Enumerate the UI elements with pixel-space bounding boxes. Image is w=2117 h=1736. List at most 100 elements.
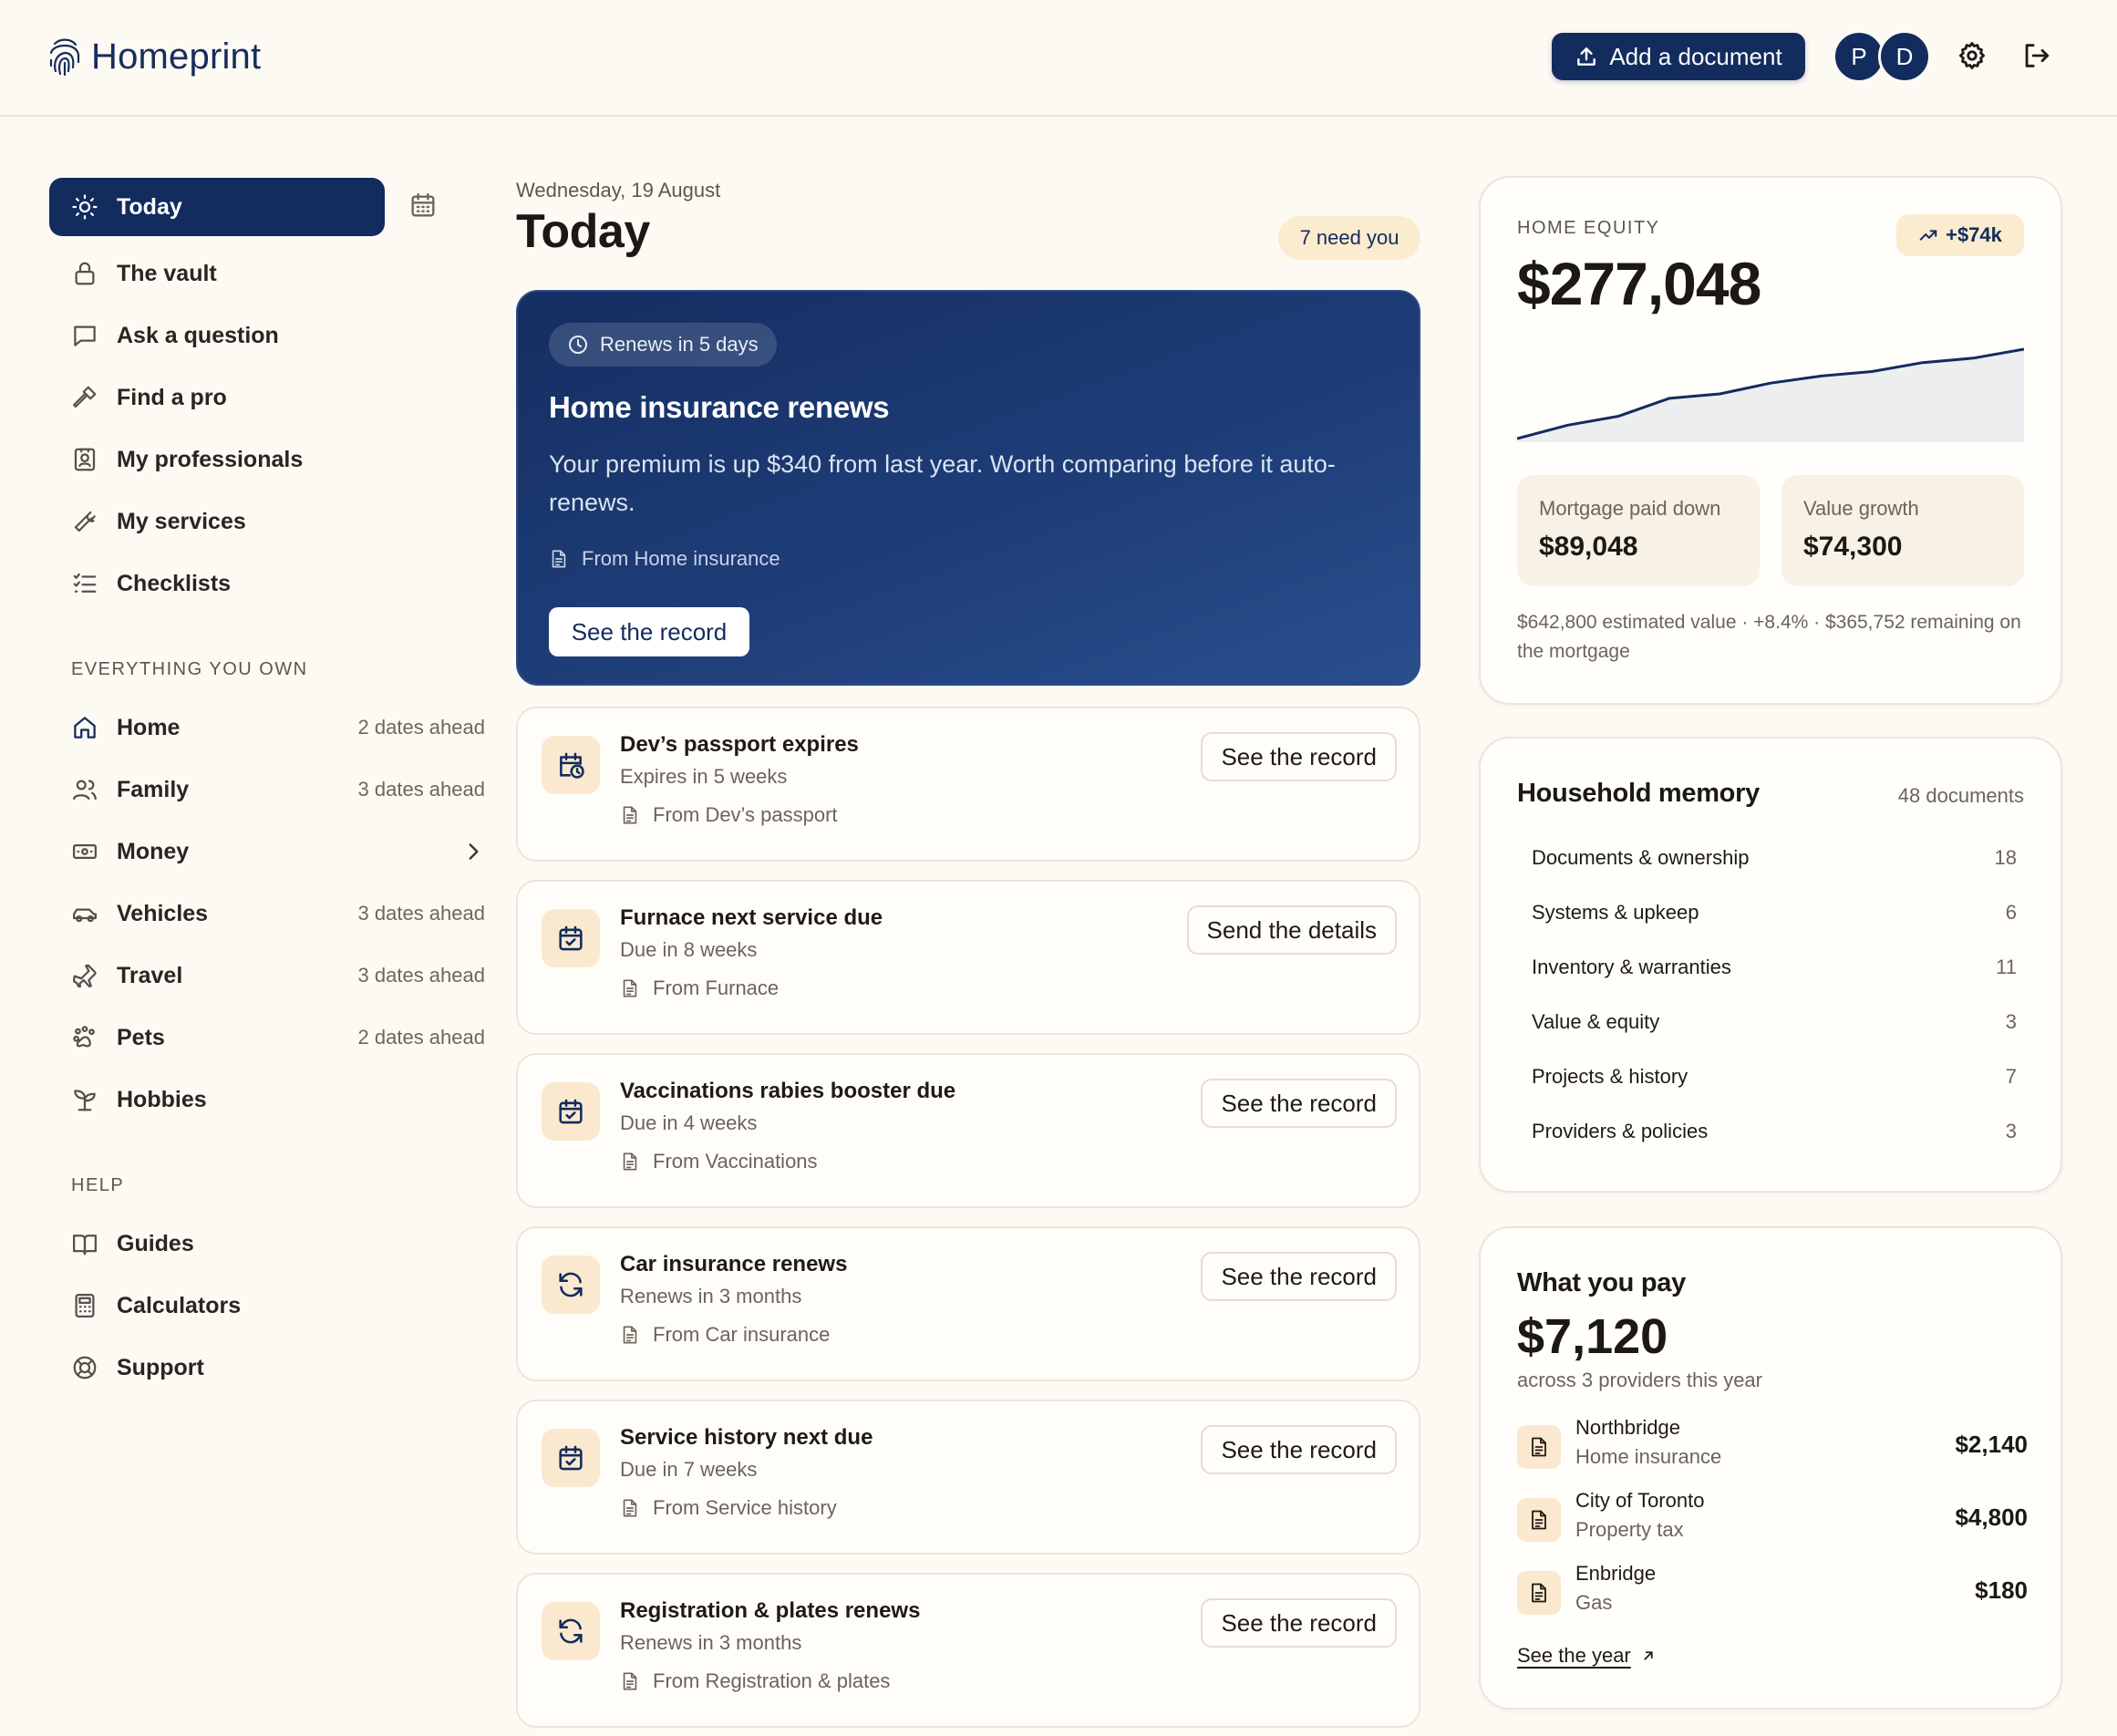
memory-count: 3 <box>2005 1120 2017 1142</box>
send-details-button[interactable]: Send the details <box>1186 905 1397 955</box>
calendar-check-icon <box>542 1082 600 1141</box>
home-icon <box>71 714 98 741</box>
task-source[interactable]: From Service history <box>620 1496 837 1520</box>
see-the-year-label: See the year <box>1517 1644 1631 1667</box>
sidebar-item-today[interactable]: Today <box>49 178 385 236</box>
sidebar-item-label: Today <box>117 193 182 220</box>
sidebar-item-home[interactable]: Home 2 dates ahead <box>49 698 485 757</box>
need-you-badge[interactable]: 7 need you <box>1278 216 1420 260</box>
document-icon <box>620 1671 640 1691</box>
task-source[interactable]: From Furnace <box>620 976 779 1000</box>
provider-row[interactable]: Enbridge Gas $180 <box>1517 1562 2028 1626</box>
sidebar-item-my-professionals[interactable]: My professionals <box>49 430 385 489</box>
sidebar-item-hobbies[interactable]: Hobbies <box>49 1070 385 1129</box>
provider-amount: $2,140 <box>1955 1431 2028 1458</box>
sun-icon <box>71 193 98 221</box>
gear-icon[interactable] <box>1957 40 1988 71</box>
equity-change-value: +$74k <box>1946 223 2002 246</box>
equity-area <box>1517 349 2024 442</box>
fingerprint-logo-icon <box>47 35 82 78</box>
memory-count: 11 <box>1996 956 2017 978</box>
see-record-button[interactable]: See the record <box>1201 1598 1397 1648</box>
current-date: Wednesday, 19 August <box>516 179 721 202</box>
featured-source[interactable]: From Home insurance <box>549 547 780 571</box>
see-record-button[interactable]: See the record <box>1201 1425 1397 1474</box>
sidebar-item-the-vault[interactable]: The vault <box>49 244 385 303</box>
see-record-button[interactable]: See the record <box>1201 732 1397 781</box>
household-memory-title: Household memory <box>1517 779 1760 808</box>
sidebar-item-checklists[interactable]: Checklists <box>49 554 385 613</box>
logout-icon[interactable] <box>2020 40 2051 71</box>
task-title: Registration & plates renews <box>620 1598 921 1623</box>
provider-row[interactable]: Northbridge Home insurance $2,140 <box>1517 1416 2028 1480</box>
sidebar-item-money[interactable]: Money <box>49 822 479 881</box>
document-icon <box>1517 1498 1561 1542</box>
task-due: Expires in 5 weeks <box>620 765 788 788</box>
sidebar-item-label: Hobbies <box>117 1086 207 1112</box>
calendar-check-icon <box>542 909 600 967</box>
memory-row[interactable]: Documents & ownership 18 <box>1532 846 2017 870</box>
sidebar-item-support[interactable]: Support <box>49 1338 385 1397</box>
sidebar-item-label: Guides <box>117 1230 194 1256</box>
sidebar-item-label: Ask a question <box>117 322 279 348</box>
wrench-icon <box>71 508 98 535</box>
calendar-icon[interactable] <box>408 191 438 220</box>
sidebar-item-pets[interactable]: Pets 2 dates ahead <box>49 1008 485 1067</box>
task-source[interactable]: From Dev’s passport <box>620 803 838 827</box>
sidebar-item-guides[interactable]: Guides <box>49 1214 385 1273</box>
task-source-label: From Dev’s passport <box>653 803 838 826</box>
section-label-everything-you-own: EVERYTHING YOU OWN <box>71 659 308 679</box>
task-source-label: From Car insurance <box>653 1323 831 1346</box>
memory-category: Documents & ownership <box>1532 846 1750 869</box>
dates-ahead-count: 3 dates ahead <box>357 778 485 801</box>
sidebar-item-travel[interactable]: Travel 3 dates ahead <box>49 946 485 1005</box>
task-source-label: From Furnace <box>653 976 780 999</box>
sidebar-item-vehicles[interactable]: Vehicles 3 dates ahead <box>49 884 485 943</box>
sidebar-item-family[interactable]: Family 3 dates ahead <box>49 760 485 819</box>
task-source[interactable]: From Vaccinations <box>620 1150 818 1173</box>
book-icon <box>71 1230 98 1257</box>
task-title: Car insurance renews <box>620 1252 848 1276</box>
task-card: Vaccinations rabies booster due Due in 4… <box>516 1053 1420 1208</box>
document-icon <box>620 805 640 825</box>
memory-row[interactable]: Projects & history 7 <box>1532 1065 2017 1089</box>
memory-row[interactable]: Providers & policies 3 <box>1532 1120 2017 1143</box>
task-due: Renews in 3 months <box>620 1631 802 1654</box>
refresh-icon <box>542 1602 600 1660</box>
sidebar-item-ask-a-question[interactable]: Ask a question <box>49 306 385 365</box>
featured-body: Your premium is up $340 from last year. … <box>549 450 1336 516</box>
document-icon <box>1517 1425 1561 1469</box>
sidebar-item-label: Support <box>117 1354 204 1380</box>
avatar[interactable]: D <box>1878 30 1931 83</box>
calculator-icon <box>71 1292 98 1319</box>
equity-note: $642,800 estimated value · +8.4% · $365,… <box>1517 612 2021 662</box>
memory-row[interactable]: Systems & upkeep 6 <box>1532 901 2017 925</box>
renewal-chip-label: Renews in 5 days <box>600 333 759 356</box>
see-record-button[interactable]: See the record <box>1201 1252 1397 1301</box>
see-record-button[interactable]: See the record <box>549 607 749 656</box>
sidebar-item-label: My professionals <box>117 446 304 472</box>
task-source-label: From Registration & plates <box>653 1669 891 1692</box>
provider-row[interactable]: City of Toronto Property tax $4,800 <box>1517 1489 2028 1553</box>
value-growth-tile: Value growth $74,300 <box>1781 475 2024 586</box>
see-the-year-link[interactable]: See the year <box>1517 1644 1657 1668</box>
sidebar-item-calculators[interactable]: Calculators <box>49 1276 385 1335</box>
memory-row[interactable]: Value & equity 3 <box>1532 1010 2017 1034</box>
tile-label: Mortgage paid down <box>1539 497 1721 520</box>
task-source-label: From Service history <box>653 1496 837 1519</box>
sidebar-item-find-a-pro[interactable]: Find a pro <box>49 368 385 427</box>
task-source-label: From Vaccinations <box>653 1150 818 1173</box>
arrow-up-right-icon <box>1640 1648 1657 1664</box>
task-card: Service history next due Due in 7 weeks … <box>516 1400 1420 1555</box>
task-source[interactable]: From Car insurance <box>620 1323 830 1347</box>
see-record-button[interactable]: See the record <box>1201 1079 1397 1128</box>
memory-category: Inventory & warranties <box>1532 956 1731 978</box>
brand[interactable]: Homeprint <box>47 35 261 78</box>
document-icon <box>620 1152 640 1172</box>
sidebar-item-my-services[interactable]: My services <box>49 492 385 551</box>
chat-icon <box>71 322 98 349</box>
sidebar-item-label: The vault <box>117 260 217 286</box>
memory-row[interactable]: Inventory & warranties 11 <box>1532 956 2017 979</box>
task-source[interactable]: From Registration & plates <box>620 1669 890 1693</box>
add-document-button[interactable]: Add a document <box>1552 33 1805 80</box>
